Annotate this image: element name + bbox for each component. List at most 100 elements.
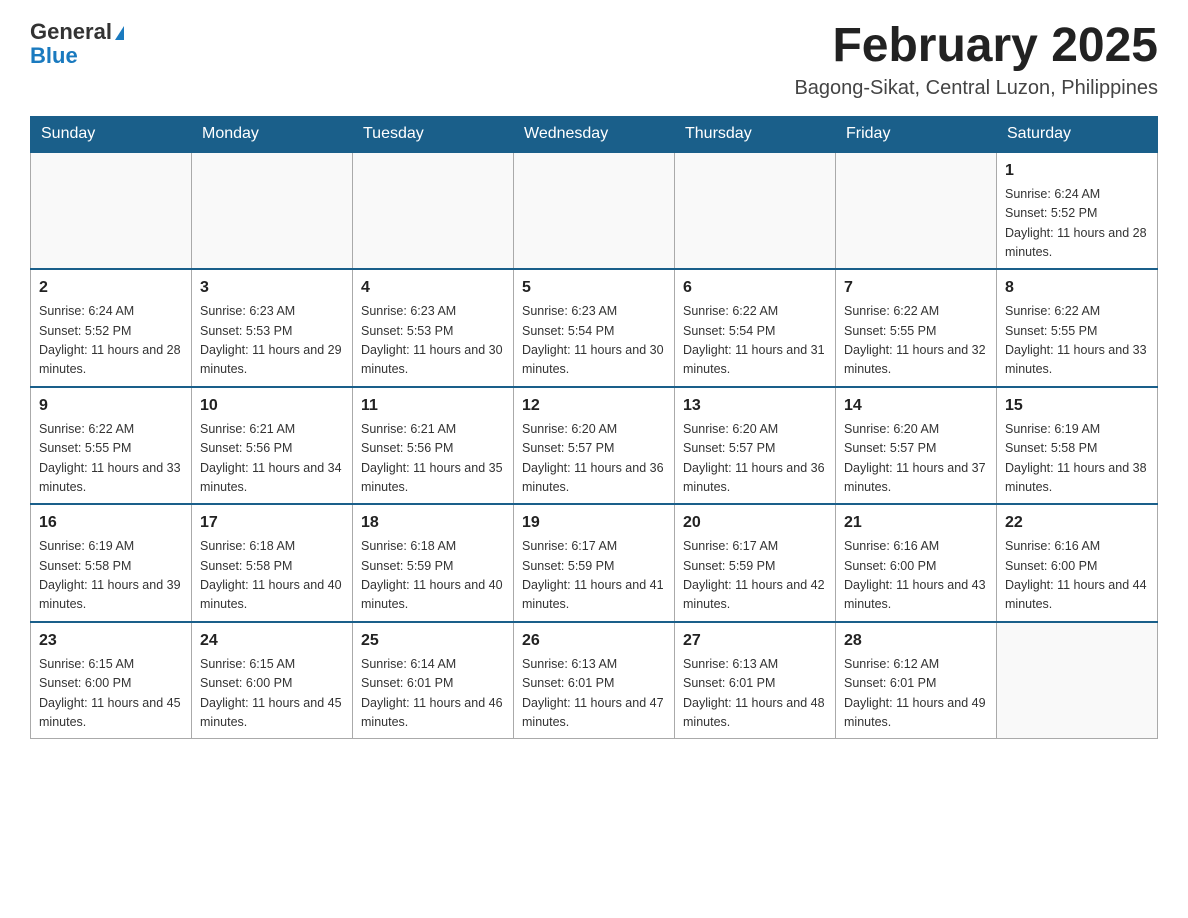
day-info: Sunrise: 6:20 AMSunset: 5:57 PMDaylight:… [522, 420, 666, 498]
day-info: Sunrise: 6:24 AMSunset: 5:52 PMDaylight:… [1005, 185, 1149, 263]
calendar-cell: 5Sunrise: 6:23 AMSunset: 5:54 PMDaylight… [514, 269, 675, 387]
calendar-cell [675, 152, 836, 270]
day-number: 19 [522, 511, 666, 535]
day-number: 21 [844, 511, 988, 535]
calendar-cell: 27Sunrise: 6:13 AMSunset: 6:01 PMDayligh… [675, 622, 836, 739]
week-row-5: 23 Sunrise: 6:15 AMSunset: 6:00 PMDayligh… [31, 622, 1158, 739]
title-block: February 2025 Bagong-Sikat, Central Luzo… [794, 20, 1158, 100]
logo-general-text: General [30, 19, 112, 44]
day-number: 28 [844, 629, 988, 653]
calendar-cell [997, 622, 1158, 739]
logo-blue-text: Blue [30, 44, 124, 68]
day-info: Sunrise: 6:20 AMSunset: 5:57 PMDaylight:… [683, 420, 827, 498]
day-number: 3 [200, 276, 344, 300]
calendar-cell: 21Sunrise: 6:16 AMSunset: 6:00 PMDayligh… [836, 504, 997, 622]
day-number: 24 [200, 629, 344, 653]
calendar-cell: 10Sunrise: 6:21 AMSunset: 5:56 PMDayligh… [192, 387, 353, 505]
calendar-cell: 22Sunrise: 6:16 AMSunset: 6:00 PMDayligh… [997, 504, 1158, 622]
day-number: 23 [39, 629, 183, 653]
day-info: Sunrise: 6:13 AMSunset: 6:01 PMDaylight:… [522, 655, 666, 733]
calendar-title: February 2025 [794, 20, 1158, 73]
day-number: 14 [844, 394, 988, 418]
calendar-table: Sunday Monday Tuesday Wednesday Thursday… [30, 116, 1158, 740]
calendar-subtitle: Bagong-Sikat, Central Luzon, Philippines [794, 77, 1158, 100]
calendar-cell: 13Sunrise: 6:20 AMSunset: 5:57 PMDayligh… [675, 387, 836, 505]
week-row-1: 1Sunrise: 6:24 AMSunset: 5:52 PMDaylight… [31, 152, 1158, 270]
day-number: 26 [522, 629, 666, 653]
calendar-cell [31, 152, 192, 270]
day-number: 16 [39, 511, 183, 535]
col-sunday: Sunday [31, 116, 192, 152]
calendar-cell [192, 152, 353, 270]
day-info: Sunrise: 6:19 AMSunset: 5:58 PMDaylight:… [1005, 420, 1149, 498]
day-number: 27 [683, 629, 827, 653]
day-number: 2 [39, 276, 183, 300]
day-info: Sunrise: 6:23 AMSunset: 5:53 PMDaylight:… [361, 302, 505, 380]
calendar-cell: 2Sunrise: 6:24 AMSunset: 5:52 PMDaylight… [31, 269, 192, 387]
day-number: 8 [1005, 276, 1149, 300]
day-number: 5 [522, 276, 666, 300]
day-info: Sunrise: 6:13 AMSunset: 6:01 PMDaylight:… [683, 655, 827, 733]
day-info: Sunrise: 6:12 AMSunset: 6:01 PMDaylight:… [844, 655, 988, 733]
col-wednesday: Wednesday [514, 116, 675, 152]
day-info: Sunrise: 6:17 AMSunset: 5:59 PMDaylight:… [522, 537, 666, 615]
calendar-cell: 6Sunrise: 6:22 AMSunset: 5:54 PMDaylight… [675, 269, 836, 387]
calendar-cell: 12Sunrise: 6:20 AMSunset: 5:57 PMDayligh… [514, 387, 675, 505]
calendar-cell: 8Sunrise: 6:22 AMSunset: 5:55 PMDaylight… [997, 269, 1158, 387]
day-info: Sunrise: 6:16 AMSunset: 6:00 PMDaylight:… [1005, 537, 1149, 615]
day-number: 12 [522, 394, 666, 418]
calendar-cell: 9Sunrise: 6:22 AMSunset: 5:55 PMDaylight… [31, 387, 192, 505]
calendar-cell: 3Sunrise: 6:23 AMSunset: 5:53 PMDaylight… [192, 269, 353, 387]
day-info: Sunrise: 6:22 AMSunset: 5:55 PMDaylight:… [1005, 302, 1149, 380]
page-header: General Blue February 2025 Bagong-Sikat,… [30, 20, 1158, 100]
calendar-header-row: Sunday Monday Tuesday Wednesday Thursday… [31, 116, 1158, 152]
calendar-cell: 19Sunrise: 6:17 AMSunset: 5:59 PMDayligh… [514, 504, 675, 622]
week-row-3: 9Sunrise: 6:22 AMSunset: 5:55 PMDaylight… [31, 387, 1158, 505]
calendar-cell: 11Sunrise: 6:21 AMSunset: 5:56 PMDayligh… [353, 387, 514, 505]
day-number: 10 [200, 394, 344, 418]
day-number: 4 [361, 276, 505, 300]
day-info: Sunrise: 6:14 AMSunset: 6:01 PMDaylight:… [361, 655, 505, 733]
day-info: Sunrise: 6:24 AMSunset: 5:52 PMDaylight:… [39, 302, 183, 380]
col-thursday: Thursday [675, 116, 836, 152]
day-info: Sunrise: 6:17 AMSunset: 5:59 PMDaylight:… [683, 537, 827, 615]
calendar-cell: 26Sunrise: 6:13 AMSunset: 6:01 PMDayligh… [514, 622, 675, 739]
calendar-cell: 23Sunrise: 6:15 AMSunset: 6:00 PMDayligh… [31, 622, 192, 739]
day-info: Sunrise: 6:21 AMSunset: 5:56 PMDaylight:… [361, 420, 505, 498]
calendar-cell [836, 152, 997, 270]
day-info: Sunrise: 6:19 AMSunset: 5:58 PMDaylight:… [39, 537, 183, 615]
day-number: 9 [39, 394, 183, 418]
calendar-cell: 25Sunrise: 6:14 AMSunset: 6:01 PMDayligh… [353, 622, 514, 739]
day-info: Sunrise: 6:20 AMSunset: 5:57 PMDaylight:… [844, 420, 988, 498]
day-info: Sunrise: 6:22 AMSunset: 5:54 PMDaylight:… [683, 302, 827, 380]
day-number: 6 [683, 276, 827, 300]
calendar-cell: 1Sunrise: 6:24 AMSunset: 5:52 PMDaylight… [997, 152, 1158, 270]
day-number: 13 [683, 394, 827, 418]
calendar-cell: 15Sunrise: 6:19 AMSunset: 5:58 PMDayligh… [997, 387, 1158, 505]
day-number: 7 [844, 276, 988, 300]
calendar-cell: 7Sunrise: 6:22 AMSunset: 5:55 PMDaylight… [836, 269, 997, 387]
calendar-cell: 14Sunrise: 6:20 AMSunset: 5:57 PMDayligh… [836, 387, 997, 505]
calendar-cell: 24Sunrise: 6:15 AMSunset: 6:00 PMDayligh… [192, 622, 353, 739]
day-number: 17 [200, 511, 344, 535]
day-info: Sunrise: 6:18 AMSunset: 5:59 PMDaylight:… [361, 537, 505, 615]
calendar-cell: 17Sunrise: 6:18 AMSunset: 5:58 PMDayligh… [192, 504, 353, 622]
col-friday: Friday [836, 116, 997, 152]
day-number: 1 [1005, 159, 1149, 183]
calendar-cell: 16Sunrise: 6:19 AMSunset: 5:58 PMDayligh… [31, 504, 192, 622]
day-number: 15 [1005, 394, 1149, 418]
day-info: Sunrise: 6:21 AMSunset: 5:56 PMDaylight:… [200, 420, 344, 498]
day-info: Sunrise: 6:22 AMSunset: 5:55 PMDaylight:… [844, 302, 988, 380]
day-info: Sunrise: 6:22 AMSunset: 5:55 PMDaylight:… [39, 420, 183, 498]
day-info: Sunrise: 6:16 AMSunset: 6:00 PMDaylight:… [844, 537, 988, 615]
col-monday: Monday [192, 116, 353, 152]
calendar-cell: 28Sunrise: 6:12 AMSunset: 6:01 PMDayligh… [836, 622, 997, 739]
day-info: Sunrise: 6:23 AMSunset: 5:53 PMDaylight:… [200, 302, 344, 380]
day-number: 22 [1005, 511, 1149, 535]
week-row-2: 2Sunrise: 6:24 AMSunset: 5:52 PMDaylight… [31, 269, 1158, 387]
calendar-cell [514, 152, 675, 270]
day-number: 25 [361, 629, 505, 653]
logo-triangle-icon [115, 26, 124, 40]
day-info: Sunrise: 6:15 AMSunset: 6:00 PMDaylight:… [200, 655, 344, 733]
day-info: Sunrise: 6:18 AMSunset: 5:58 PMDaylight:… [200, 537, 344, 615]
